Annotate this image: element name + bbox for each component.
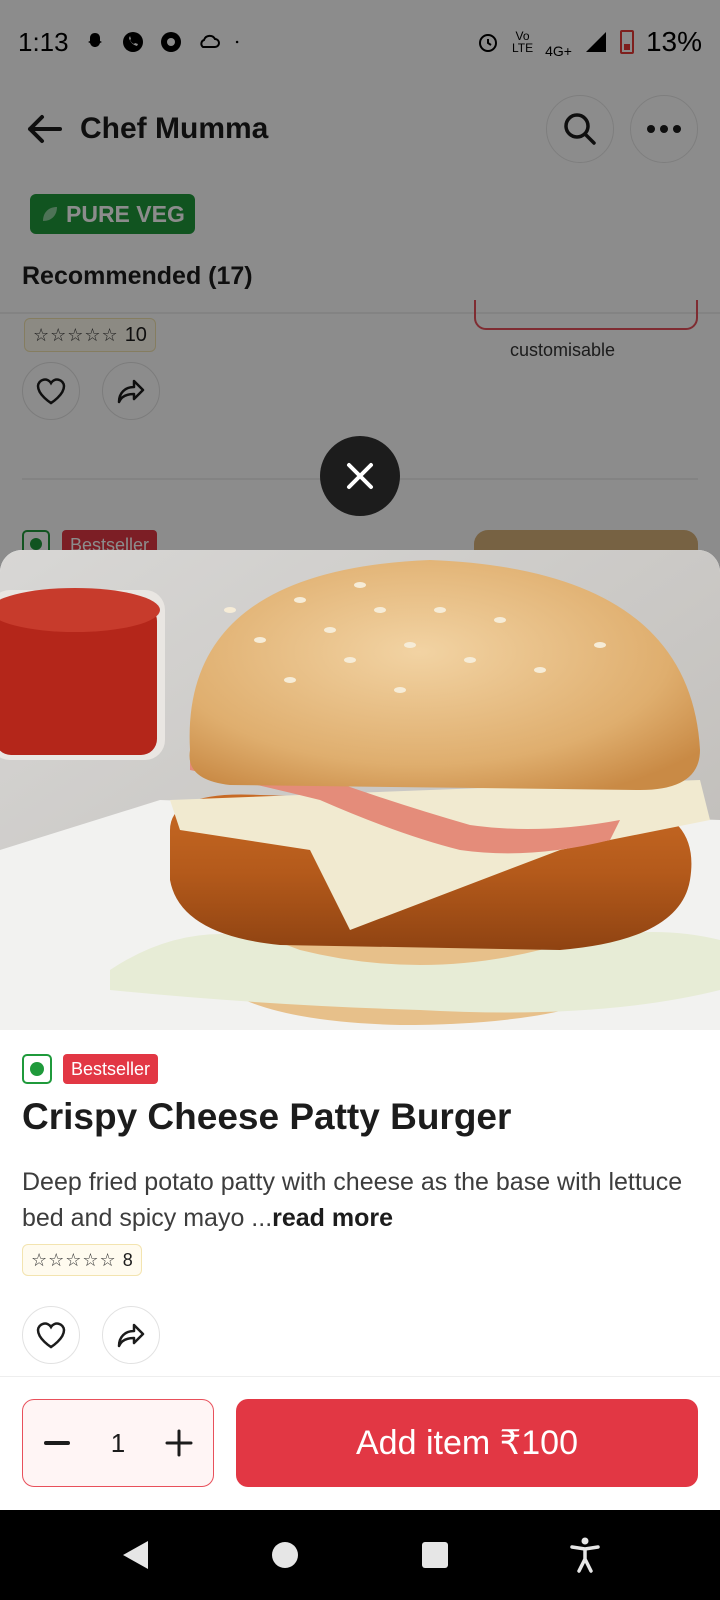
recents-square-icon xyxy=(422,1542,448,1568)
nav-recents-button[interactable] xyxy=(415,1535,455,1575)
item-title: Crispy Cheese Patty Burger xyxy=(22,1096,512,1137)
accessibility-button[interactable] xyxy=(565,1535,605,1575)
system-navigation-bar xyxy=(0,1510,720,1600)
home-circle-icon xyxy=(272,1542,298,1568)
accessibility-icon xyxy=(570,1537,600,1573)
back-triangle-icon xyxy=(123,1541,148,1569)
item-detail-sheet: Bestseller Crispy Cheese Patty Burger De… xyxy=(0,550,720,1510)
nav-home-button[interactable] xyxy=(265,1535,305,1575)
add-to-cart-bar: 1 Add item ₹100 xyxy=(0,1376,720,1510)
quantity-stepper: 1 xyxy=(22,1399,214,1487)
burger-image xyxy=(0,550,720,1030)
share-button[interactable] xyxy=(102,1306,160,1364)
plus-icon xyxy=(165,1429,193,1457)
add-item-button[interactable]: Add item ₹100 xyxy=(236,1399,698,1487)
increment-button[interactable] xyxy=(161,1425,197,1461)
share-icon xyxy=(117,1323,145,1348)
wishlist-button[interactable] xyxy=(22,1306,80,1364)
decrement-button[interactable] xyxy=(39,1425,75,1461)
close-button[interactable] xyxy=(320,436,400,516)
quantity-value: 1 xyxy=(110,1427,126,1458)
nav-back-button[interactable] xyxy=(115,1535,155,1575)
veg-icon xyxy=(22,1054,52,1084)
rating-count: 8 xyxy=(122,1249,133,1270)
rating-chip: ☆☆☆☆☆ 8 xyxy=(22,1244,142,1276)
minus-icon xyxy=(44,1441,70,1445)
item-description: Deep fried potato patty with cheese as t… xyxy=(22,1164,702,1236)
heart-icon xyxy=(36,1322,66,1349)
close-icon xyxy=(347,463,373,489)
star-rating-icon: ☆☆☆☆☆ xyxy=(31,1249,117,1270)
read-more-link[interactable]: read more xyxy=(272,1204,393,1232)
bestseller-badge: Bestseller xyxy=(63,1054,159,1084)
